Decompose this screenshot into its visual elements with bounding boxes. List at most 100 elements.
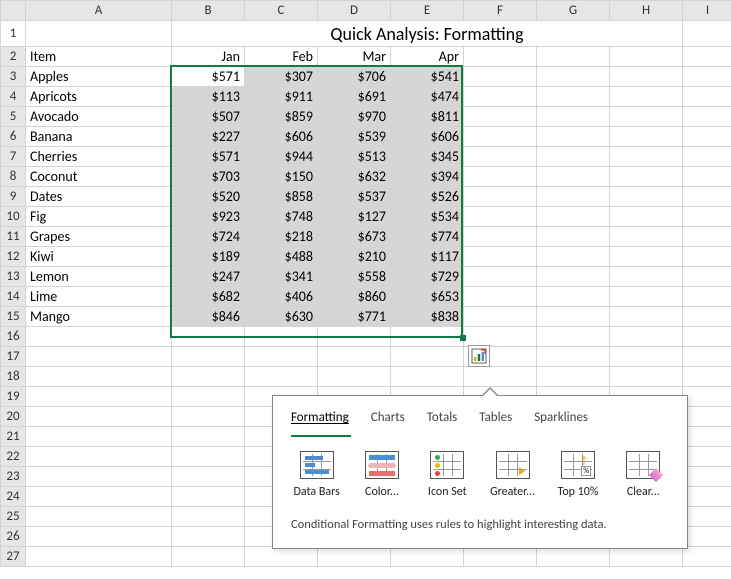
cell-item[interactable]: Apples [26, 67, 172, 87]
row-header[interactable]: 8 [1, 167, 26, 187]
cell[interactable] [26, 507, 172, 527]
cell-value[interactable]: $838 [391, 307, 464, 327]
cell[interactable] [610, 227, 683, 247]
header-month[interactable]: Jan [172, 47, 245, 67]
cell[interactable] [683, 487, 731, 507]
row-header[interactable]: 27 [1, 547, 26, 567]
cell[interactable] [245, 327, 318, 347]
cell[interactable] [683, 527, 731, 547]
cell[interactable] [537, 327, 610, 347]
cell-value[interactable]: $703 [172, 167, 245, 187]
cell-value[interactable]: $630 [245, 307, 318, 327]
cell[interactable] [683, 127, 731, 147]
cell[interactable] [464, 67, 537, 87]
cell[interactable] [537, 247, 610, 267]
cell-value[interactable]: $860 [318, 287, 391, 307]
cell-value[interactable]: $218 [245, 227, 318, 247]
cell[interactable] [610, 267, 683, 287]
cell[interactable] [610, 67, 683, 87]
cell-value[interactable]: $189 [172, 247, 245, 267]
row-header[interactable]: 11 [1, 227, 26, 247]
cell[interactable] [172, 447, 245, 467]
cell-value[interactable]: $513 [318, 147, 391, 167]
cell[interactable] [537, 307, 610, 327]
cell-value[interactable]: $520 [172, 187, 245, 207]
select-all-corner[interactable] [1, 1, 26, 21]
option-color-scale[interactable]: Color... [356, 451, 407, 499]
cell[interactable] [683, 307, 731, 327]
cell[interactable] [683, 21, 731, 47]
cell[interactable] [464, 307, 537, 327]
col-header[interactable]: D [318, 1, 391, 21]
cell[interactable] [245, 347, 318, 367]
cell[interactable] [26, 427, 172, 447]
cell[interactable] [683, 447, 731, 467]
cell-value[interactable]: $345 [391, 147, 464, 167]
tab-totals[interactable]: Totals [427, 410, 458, 429]
cell[interactable] [610, 167, 683, 187]
cell-value[interactable]: $682 [172, 287, 245, 307]
cell-value[interactable]: $394 [391, 167, 464, 187]
cell[interactable] [26, 367, 172, 387]
cell-value[interactable]: $210 [318, 247, 391, 267]
cell-value[interactable]: $113 [172, 87, 245, 107]
row-header[interactable]: 14 [1, 287, 26, 307]
cell[interactable] [172, 527, 245, 547]
header-item[interactable]: Item [26, 47, 172, 67]
cell[interactable] [464, 147, 537, 167]
cell[interactable] [172, 467, 245, 487]
cell[interactable] [464, 547, 537, 567]
option-top-10-percent[interactable]: ↑% Top 10% [552, 451, 603, 499]
cell[interactable] [464, 107, 537, 127]
cell[interactable] [318, 327, 391, 347]
cell[interactable] [172, 407, 245, 427]
cell-value[interactable]: $911 [245, 87, 318, 107]
cell[interactable] [537, 287, 610, 307]
cell[interactable] [464, 47, 537, 67]
cell[interactable] [537, 127, 610, 147]
cell[interactable] [683, 167, 731, 187]
cell[interactable] [464, 287, 537, 307]
cell[interactable] [610, 347, 683, 367]
cell[interactable] [610, 247, 683, 267]
cell[interactable] [26, 327, 172, 347]
cell-value[interactable]: $571 [172, 147, 245, 167]
cell[interactable] [683, 547, 731, 567]
header-month[interactable]: Mar [318, 47, 391, 67]
cell[interactable] [245, 547, 318, 567]
cell-value[interactable]: $541 [391, 67, 464, 87]
cell-value[interactable]: $227 [172, 127, 245, 147]
cell-value[interactable]: $606 [245, 127, 318, 147]
row-header[interactable]: 17 [1, 347, 26, 367]
cell-value[interactable]: $771 [318, 307, 391, 327]
cell-value[interactable]: $507 [172, 107, 245, 127]
cell-value[interactable]: $706 [318, 67, 391, 87]
cell[interactable] [172, 327, 245, 347]
cell[interactable] [683, 367, 731, 387]
row-header[interactable]: 6 [1, 127, 26, 147]
row-header[interactable]: 5 [1, 107, 26, 127]
cell[interactable] [537, 207, 610, 227]
cell[interactable] [26, 467, 172, 487]
cell[interactable] [683, 427, 731, 447]
cell[interactable] [245, 367, 318, 387]
cell-item[interactable]: Avocado [26, 107, 172, 127]
row-header[interactable]: 15 [1, 307, 26, 327]
cell[interactable] [464, 207, 537, 227]
cell[interactable] [391, 347, 464, 367]
cell-value[interactable]: $534 [391, 207, 464, 227]
cell-value[interactable]: $150 [245, 167, 318, 187]
cell-value[interactable]: $859 [245, 107, 318, 127]
col-header[interactable]: C [245, 1, 318, 21]
cell[interactable] [26, 407, 172, 427]
cell[interactable] [610, 207, 683, 227]
cell[interactable] [537, 547, 610, 567]
cell-item[interactable]: Kiwi [26, 247, 172, 267]
cell[interactable] [683, 247, 731, 267]
row-header[interactable]: 12 [1, 247, 26, 267]
cell[interactable] [683, 227, 731, 247]
tab-charts[interactable]: Charts [371, 410, 405, 429]
row-header[interactable]: 13 [1, 267, 26, 287]
cell[interactable] [610, 187, 683, 207]
cell[interactable] [537, 147, 610, 167]
